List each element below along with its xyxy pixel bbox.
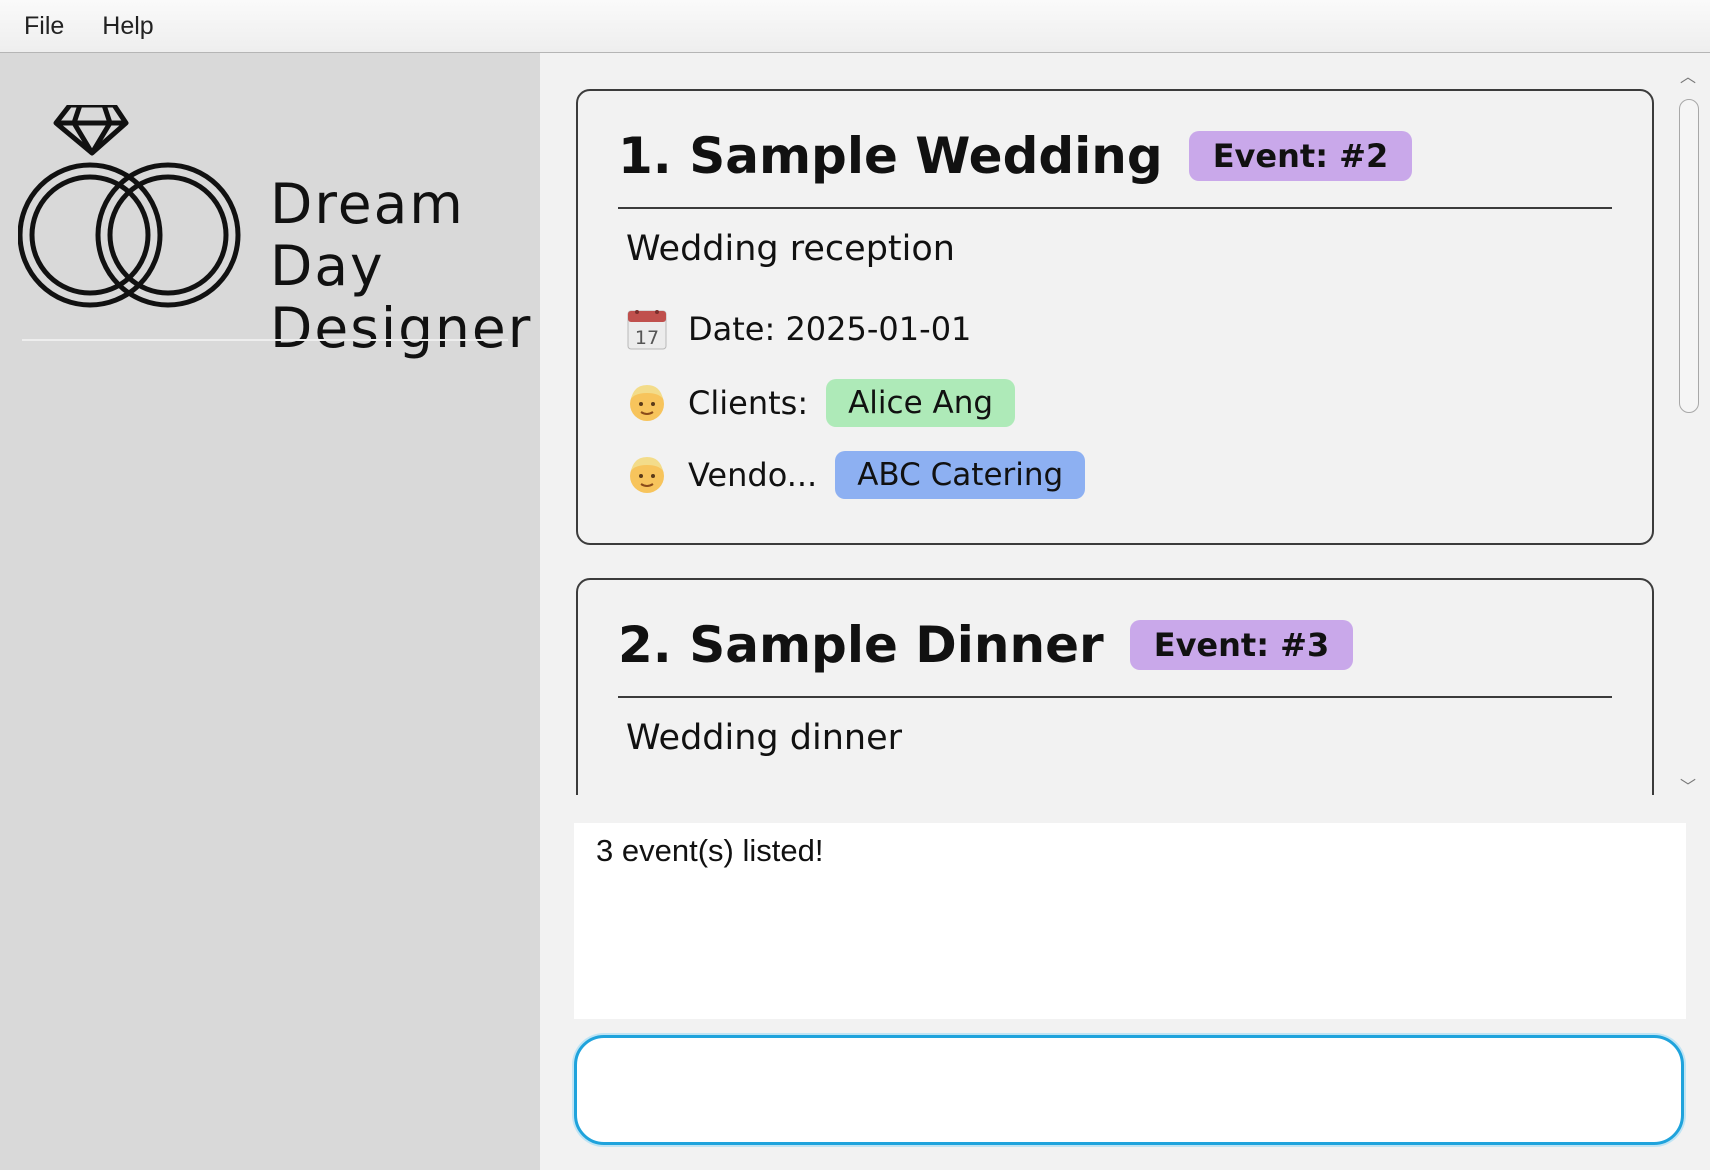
event-description: Wedding reception	[626, 229, 955, 269]
menu-help[interactable]: Help	[83, 12, 172, 41]
person-icon	[630, 457, 664, 493]
event-divider	[618, 207, 1612, 209]
client-chip: Alice Ang	[826, 379, 1016, 427]
event-description: Wedding dinner	[626, 718, 903, 758]
event-vendors-row: Vendo... ABC Catering	[626, 451, 1086, 499]
event-card[interactable]: 2. Sample Dinner Event: #3 Wedding dinne…	[576, 578, 1654, 795]
event-id-badge: Event: #2	[1188, 131, 1413, 181]
event-id-badge: Event: #3	[1129, 620, 1354, 670]
app-name-line-1: Dream	[270, 172, 465, 236]
svg-text:17: 17	[635, 327, 659, 349]
result-message: 3 event(s) listed!	[596, 833, 824, 868]
vendor-chip: ABC Catering	[835, 451, 1086, 499]
result-display: 3 event(s) listed!	[574, 823, 1686, 1019]
event-title: 1. Sample Wedding	[618, 127, 1163, 185]
scroll-down-icon[interactable]: ﹀	[1678, 779, 1698, 795]
event-date-row: 17 Date: 2025-01-01	[626, 307, 971, 351]
scroll-thumb[interactable]	[1679, 99, 1699, 413]
app-name-line-3: Designer	[270, 296, 533, 360]
clients-label: Clients:	[688, 384, 809, 422]
app-logo: Dream Day Designer	[18, 105, 530, 365]
person-icon	[630, 385, 664, 421]
event-list[interactable]: 1. Sample Wedding Event: #2 Wedding rece…	[540, 53, 1682, 795]
sidebar: Dream Day Designer	[0, 53, 540, 1170]
vendors-label: Vendo...	[688, 456, 818, 494]
event-divider	[618, 696, 1612, 698]
scroll-up-icon[interactable]: ︿	[1678, 69, 1698, 85]
event-card-header: 2. Sample Dinner Event: #3	[618, 616, 1354, 674]
event-list-scrollbar[interactable]: ︿ ﹀	[1674, 69, 1702, 795]
app-name-line-2: Day	[270, 234, 385, 298]
event-date: Date: 2025-01-01	[688, 310, 972, 348]
main-panel: 1. Sample Wedding Event: #2 Wedding rece…	[540, 53, 1710, 1170]
event-card-header: 1. Sample Wedding Event: #2	[618, 127, 1413, 185]
menu-bar: File Help	[0, 0, 1710, 53]
calendar-icon: 17	[627, 310, 667, 350]
app-name: Dream Day Designer	[270, 173, 532, 359]
event-card[interactable]: 1. Sample Wedding Event: #2 Wedding rece…	[576, 89, 1654, 545]
menu-file[interactable]: File	[0, 12, 83, 41]
event-clients-row: Clients: Alice Ang	[626, 379, 1016, 427]
event-title: 2. Sample Dinner	[618, 616, 1104, 674]
command-input[interactable]	[574, 1035, 1684, 1145]
sidebar-divider	[22, 339, 508, 341]
wedding-rings-icon	[18, 105, 241, 308]
